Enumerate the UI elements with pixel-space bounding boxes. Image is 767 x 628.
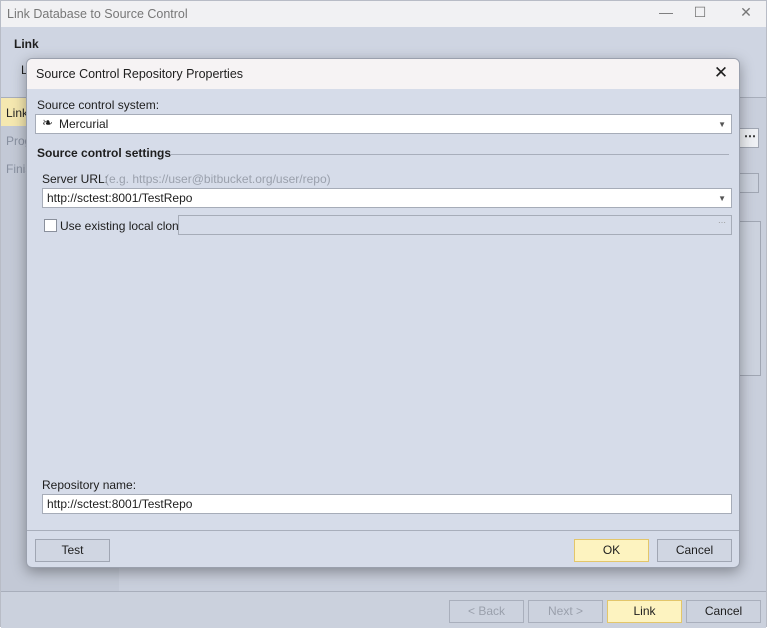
server-url-label: Server URL: [42, 172, 109, 186]
window-title: Link Database to Source Control [7, 7, 188, 21]
ok-button[interactable]: OK [574, 539, 649, 562]
close-window-button[interactable]: ✕ [731, 4, 761, 24]
browse-button[interactable]: ⋯ [739, 128, 759, 148]
use-clone-label[interactable]: Use existing local clone [60, 219, 185, 233]
repo-name-value: http://sctest:8001/TestRepo [47, 497, 193, 511]
system-value: Mercurial [59, 117, 109, 131]
next-button[interactable]: Next > [528, 600, 603, 623]
maximize-button[interactable]: ☐ [685, 4, 715, 24]
cancel-button[interactable]: Cancel [657, 539, 732, 562]
clone-path-input[interactable]: ⋯ [178, 215, 732, 235]
background-field [739, 173, 759, 193]
background-panel [739, 221, 761, 376]
dialog-footer: Test OK Cancel [27, 530, 739, 567]
server-url-input[interactable]: http://sctest:8001/TestRepo ▼ [42, 188, 732, 208]
repo-name-label: Repository name: [42, 478, 137, 492]
chevron-down-icon: ▼ [718, 194, 726, 203]
cancel-wizard-button[interactable]: Cancel [686, 600, 761, 623]
wizard-footer: < Back Next > Link Cancel [1, 591, 766, 628]
server-url-value: http://sctest:8001/TestRepo [47, 191, 193, 205]
settings-heading: Source control settings [37, 146, 172, 160]
link-button[interactable]: Link [607, 600, 682, 623]
back-button[interactable]: < Back [449, 600, 524, 623]
minimize-button[interactable]: — [651, 4, 681, 24]
chevron-down-icon: ▼ [718, 120, 726, 129]
ellipsis-icon[interactable]: ⋯ [718, 216, 726, 230]
repository-properties-dialog: Source Control Repository Properties ✕ S… [26, 58, 740, 568]
mercurial-icon: ❧ [42, 115, 53, 130]
system-select[interactable]: ❧ Mercurial ▼ [35, 114, 732, 134]
system-label: Source control system: [37, 98, 160, 112]
divider [170, 154, 729, 155]
server-url-hint: (e.g. https://user@bitbucket.org/user/re… [105, 172, 331, 186]
header-title: Link [14, 37, 39, 51]
use-clone-checkbox[interactable] [44, 219, 57, 232]
dialog-title: Source Control Repository Properties [27, 59, 739, 89]
test-button[interactable]: Test [35, 539, 110, 562]
repo-name-input[interactable]: http://sctest:8001/TestRepo [42, 494, 732, 514]
close-icon[interactable]: ✕ [711, 63, 731, 83]
